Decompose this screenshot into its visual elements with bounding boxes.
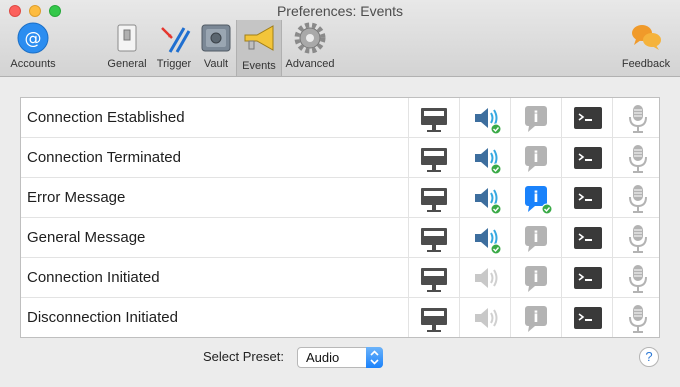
event-label: Connection Terminated [27, 149, 181, 166]
toolbar-events[interactable]: Events [236, 20, 282, 76]
toolbar-advanced[interactable]: Advanced [282, 20, 338, 74]
speaker-icon[interactable] [459, 98, 510, 137]
svg-text:i: i [533, 148, 538, 166]
trigger-icon [156, 20, 192, 56]
microphone-icon[interactable] [612, 298, 663, 337]
toolbar-general[interactable]: General [104, 20, 150, 74]
display-icon[interactable] [408, 218, 459, 257]
terminal-icon[interactable] [561, 218, 612, 257]
terminal-icon[interactable] [561, 258, 612, 297]
svg-text:i: i [533, 308, 538, 326]
terminal-icon[interactable] [561, 138, 612, 177]
preferences-window: Preferences: Events @ Accounts General T… [0, 0, 680, 387]
megaphone-icon [241, 20, 277, 56]
speaker-icon[interactable] [459, 258, 510, 297]
microphone-icon[interactable] [612, 218, 663, 257]
terminal-icon[interactable] [561, 98, 612, 137]
display-icon[interactable] [408, 98, 459, 137]
info-icon[interactable]: i [510, 178, 561, 217]
toolbar-trigger-label: Trigger [156, 58, 192, 70]
event-label: Connection Established [27, 109, 185, 126]
display-icon[interactable] [408, 138, 459, 177]
help-button[interactable]: ? [639, 347, 659, 367]
toolbar-general-label: General [107, 58, 147, 70]
toolbar-vault[interactable]: Vault [198, 20, 234, 74]
toolbar-feedback[interactable]: Feedback [616, 20, 676, 74]
svg-text:i: i [533, 108, 538, 126]
info-icon[interactable]: i [510, 218, 561, 257]
microphone-icon[interactable] [612, 98, 663, 137]
microphone-icon[interactable] [612, 178, 663, 217]
preset-select[interactable]: Audio [297, 347, 383, 368]
window-title: Preferences: Events [276, 3, 404, 19]
display-icon[interactable] [408, 298, 459, 337]
display-icon[interactable] [408, 178, 459, 217]
toolbar-events-label: Events [242, 60, 276, 72]
svg-text:i: i [533, 188, 538, 206]
info-icon[interactable]: i [510, 298, 561, 337]
table-row: Connection Initiated i [21, 258, 659, 298]
toolbar-accounts[interactable]: @ Accounts [4, 20, 62, 74]
vault-icon [198, 20, 234, 56]
speech-bubbles-icon [628, 20, 664, 56]
events-table: Connection Established i Connection Termin… [20, 97, 660, 338]
info-icon[interactable]: i [510, 98, 561, 137]
svg-text:@: @ [25, 29, 42, 49]
toolbar-trigger[interactable]: Trigger [152, 20, 196, 74]
svg-text:i: i [533, 268, 538, 286]
table-row: Disconnection Initiated i [21, 298, 659, 338]
event-label: Disconnection Initiated [27, 309, 178, 326]
display-icon[interactable] [408, 258, 459, 297]
table-row: Connection Terminated i [21, 138, 659, 178]
speaker-icon[interactable] [459, 298, 510, 337]
microphone-icon[interactable] [612, 258, 663, 297]
table-row: General Message i [21, 218, 659, 258]
toolbar-vault-label: Vault [203, 58, 229, 70]
chevron-updown-icon [366, 347, 383, 368]
speaker-icon[interactable] [459, 218, 510, 257]
event-label: General Message [27, 229, 146, 246]
table-row: Error Message i [21, 178, 659, 218]
speaker-icon[interactable] [459, 178, 510, 217]
gear-icon [292, 20, 328, 56]
at-sign-icon: @ [15, 20, 51, 56]
speaker-icon[interactable] [459, 138, 510, 177]
toolbar-accounts-label: Accounts [10, 58, 56, 70]
info-icon[interactable]: i [510, 258, 561, 297]
event-label: Connection Initiated [27, 269, 160, 286]
toolbar: Preferences: Events @ Accounts General T… [0, 0, 680, 77]
preset-label: Select Preset: [203, 349, 284, 364]
table-row: Connection Established i [21, 98, 659, 138]
info-icon[interactable]: i [510, 138, 561, 177]
terminal-icon[interactable] [561, 298, 612, 337]
terminal-icon[interactable] [561, 178, 612, 217]
switch-icon [109, 20, 145, 56]
toolbar-feedback-label: Feedback [621, 58, 671, 70]
svg-text:i: i [533, 228, 538, 246]
event-label: Error Message [27, 189, 126, 206]
microphone-icon[interactable] [612, 138, 663, 177]
preset-value: Audio [306, 350, 340, 365]
toolbar-advanced-label: Advanced [285, 58, 335, 70]
